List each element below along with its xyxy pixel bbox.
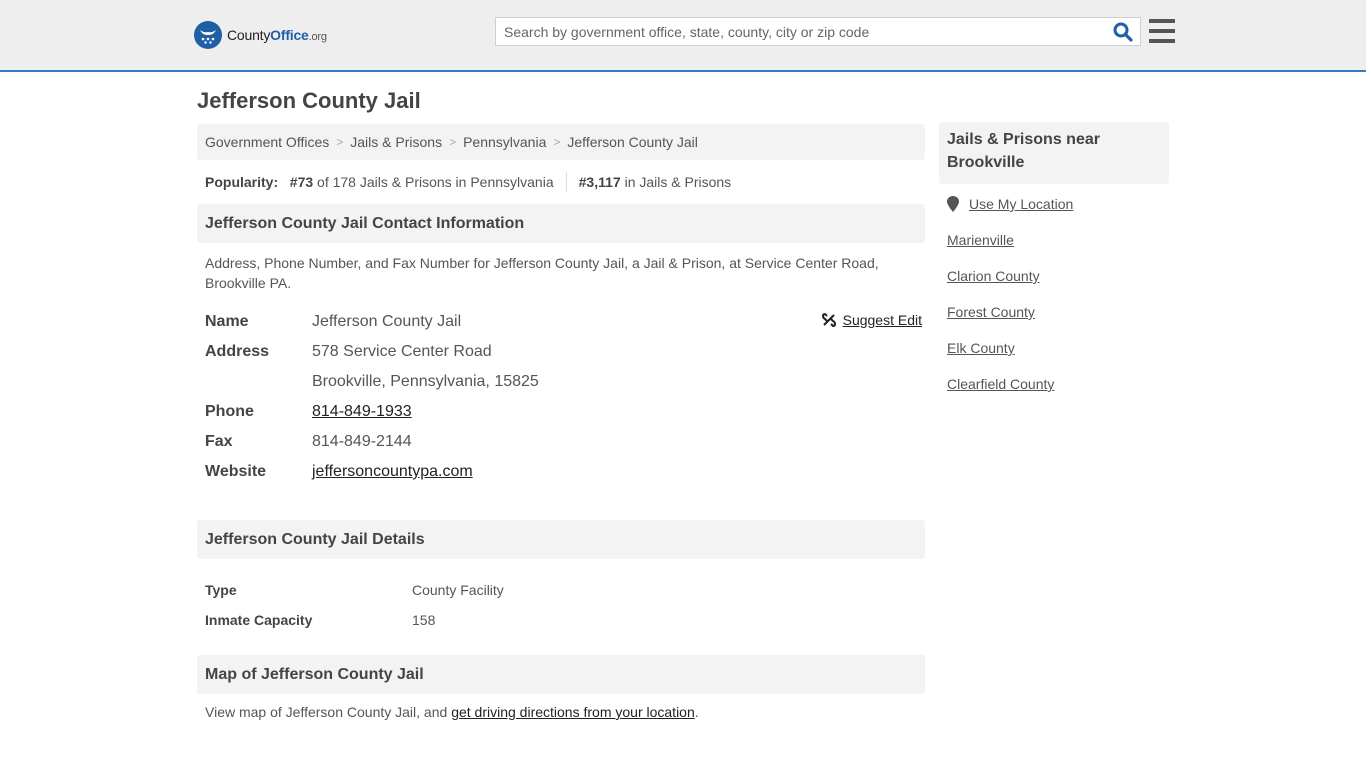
fax-row: Fax 814-849-2144 bbox=[205, 427, 925, 457]
nearby-item[interactable]: Clarion County bbox=[947, 258, 1169, 294]
suggest-edit[interactable]: Suggest Edit bbox=[821, 312, 922, 328]
search-input[interactable] bbox=[496, 18, 1106, 45]
name-row: Name Jefferson County Jail bbox=[205, 307, 925, 337]
overall-rank-text: in Jails & Prisons bbox=[624, 174, 732, 190]
map-pin-icon bbox=[947, 196, 959, 212]
search-button[interactable] bbox=[1106, 18, 1140, 45]
details-table: Type County Facility Inmate Capacity 158 bbox=[197, 559, 925, 635]
details-heading: Jefferson County Jail Details bbox=[197, 520, 925, 559]
nearby-item[interactable]: Clearfield County bbox=[947, 366, 1169, 402]
nearby-link-clearfield-county[interactable]: Clearfield County bbox=[947, 376, 1054, 392]
contact-heading: Jefferson County Jail Contact Informatio… bbox=[197, 204, 925, 243]
site-header: CountyOffice.org bbox=[0, 0, 1366, 72]
nearby-link-marienville[interactable]: Marienville bbox=[947, 232, 1014, 248]
phone-label: Phone bbox=[205, 403, 254, 420]
breadcrumb-separator: > bbox=[336, 135, 344, 149]
hamburger-menu-icon[interactable] bbox=[1149, 19, 1175, 43]
breadcrumb-separator: > bbox=[553, 135, 561, 149]
website-label: Website bbox=[205, 463, 267, 480]
contact-info: Suggest Edit Name Jefferson County Jail A… bbox=[197, 307, 925, 487]
use-my-location[interactable]: Use My Location bbox=[947, 186, 1169, 222]
nearby-item[interactable]: Marienville bbox=[947, 222, 1169, 258]
type-row: Type County Facility bbox=[205, 575, 917, 605]
state-rank: #73 bbox=[289, 174, 314, 190]
page-title: Jefferson County Jail bbox=[197, 88, 421, 113]
breadcrumb: Government Offices > Jails & Prisons > P… bbox=[197, 124, 925, 160]
logo-text: CountyOffice.org bbox=[227, 27, 327, 43]
nearby-item[interactable]: Elk County bbox=[947, 330, 1169, 366]
capacity-row: Inmate Capacity 158 bbox=[205, 605, 917, 635]
phone-row: Phone 814-849-1933 bbox=[205, 397, 925, 427]
address-row-2: Brookville, Pennsylvania, 15825 bbox=[205, 367, 925, 397]
sidebar: Jails & Prisons near Brookville Use My L… bbox=[939, 122, 1169, 402]
address-line1: 578 Service Center Road bbox=[312, 343, 492, 360]
nearby-link-clarion-county[interactable]: Clarion County bbox=[947, 268, 1040, 284]
nearby-link-elk-county[interactable]: Elk County bbox=[947, 340, 1015, 356]
map-description: View map of Jefferson County Jail, and g… bbox=[205, 704, 699, 720]
breadcrumb-pennsylvania[interactable]: Pennsylvania bbox=[463, 134, 546, 150]
broken-link-icon bbox=[821, 312, 836, 328]
nearby-link-forest-county[interactable]: Forest County bbox=[947, 304, 1035, 320]
contact-description: Address, Phone Number, and Fax Number fo… bbox=[205, 255, 879, 291]
address-label: Address bbox=[205, 343, 270, 360]
eagle-emblem-icon bbox=[194, 21, 222, 49]
type-label: Type bbox=[205, 582, 237, 598]
website-link[interactable]: jeffersoncountypa.com bbox=[312, 463, 473, 480]
breadcrumb-jails-prisons[interactable]: Jails & Prisons bbox=[350, 134, 442, 150]
capacity-value: 158 bbox=[412, 612, 436, 628]
nearby-list: Use My Location Marienville Clarion Coun… bbox=[939, 186, 1169, 402]
map-heading: Map of Jefferson County Jail bbox=[197, 655, 925, 694]
fax-value: 814-849-2144 bbox=[312, 433, 412, 450]
fax-label: Fax bbox=[205, 433, 233, 450]
use-my-location-link[interactable]: Use My Location bbox=[969, 196, 1073, 212]
address-row: Address 578 Service Center Road bbox=[205, 337, 925, 367]
divider bbox=[565, 172, 567, 192]
breadcrumb-current: Jefferson County Jail bbox=[567, 134, 698, 150]
state-rank-text: of 178 Jails & Prisons in Pennsylvania bbox=[317, 174, 554, 190]
name-value: Jefferson County Jail bbox=[312, 313, 462, 330]
popularity-bar: Popularity: #73 of 178 Jails & Prisons i… bbox=[197, 160, 925, 204]
driving-directions-link[interactable]: get driving directions from your locatio… bbox=[451, 704, 695, 720]
main-content: Government Offices > Jails & Prisons > P… bbox=[197, 124, 925, 720]
website-row: Website jeffersoncountypa.com bbox=[205, 457, 925, 487]
sidebar-heading: Jails & Prisons near Brookville bbox=[939, 122, 1169, 184]
map-text: View map of Jefferson County Jail, and bbox=[205, 704, 452, 720]
overall-rank: #3,117 bbox=[578, 174, 621, 190]
search-icon bbox=[1113, 22, 1133, 42]
breadcrumb-government-offices[interactable]: Government Offices bbox=[205, 134, 329, 150]
address-line2: Brookville, Pennsylvania, 15825 bbox=[312, 373, 539, 390]
name-label: Name bbox=[205, 313, 249, 330]
popularity-label: Popularity: bbox=[205, 174, 279, 190]
suggest-edit-link[interactable]: Suggest Edit bbox=[843, 312, 922, 328]
phone-link[interactable]: 814-849-1933 bbox=[312, 403, 412, 420]
search-box bbox=[495, 17, 1141, 46]
site-logo[interactable]: CountyOffice.org bbox=[194, 21, 327, 49]
breadcrumb-separator: > bbox=[449, 135, 457, 149]
capacity-label: Inmate Capacity bbox=[205, 612, 313, 628]
nearby-item[interactable]: Forest County bbox=[947, 294, 1169, 330]
type-value: County Facility bbox=[412, 582, 504, 598]
